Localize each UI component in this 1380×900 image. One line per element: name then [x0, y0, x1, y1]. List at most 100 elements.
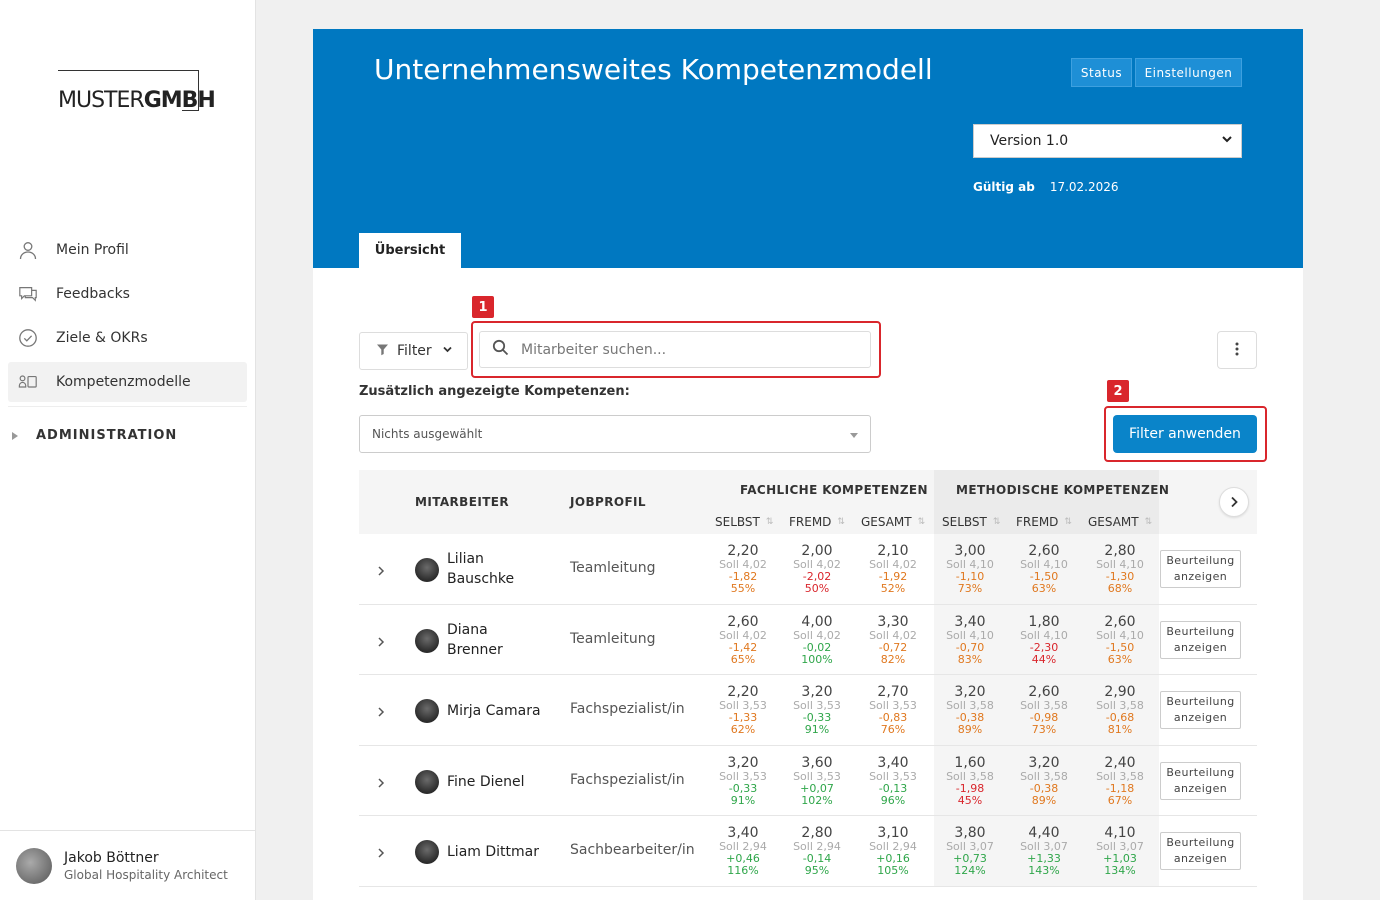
score-val: 3,60: [801, 754, 833, 771]
score-pct: 96%: [880, 793, 906, 807]
page-header: Unternehmensweites Kompetenzmodell Statu…: [313, 29, 1303, 268]
employee-name[interactable]: Lilian Bauschke: [447, 549, 514, 589]
table-row[interactable]: Liam Dittmar Sachbearbeiter/in 3,40 Soll 2,…: [359, 816, 1257, 887]
score-soll: Soll 4,02: [793, 628, 841, 642]
score-diff: -0,33: [728, 781, 758, 795]
table-row[interactable]: Diana Brenner Teamleitung 2,60 Soll 4,02 -1,4…: [359, 604, 1257, 676]
check-circle-icon: [18, 328, 38, 348]
settings-button[interactable]: Einstellungen: [1135, 58, 1242, 87]
score-soll: Soll 3,53: [793, 769, 841, 783]
expand-row-chevron-icon[interactable]: [377, 703, 385, 722]
sub-header-meth-fremd[interactable]: FREMD ⇅: [1016, 515, 1072, 529]
score-diff: -0,13: [878, 781, 908, 795]
annotation-box-2: [1104, 406, 1267, 462]
employee-name[interactable]: Diana Brenner: [447, 620, 503, 660]
score-soll: Soll 4,02: [869, 628, 917, 642]
employee-name[interactable]: Fine Dienel: [447, 772, 525, 792]
caret-right-icon: [12, 431, 18, 440]
scroll-right-button[interactable]: [1219, 487, 1249, 517]
sidebar-item-administration[interactable]: ADMINISTRATION: [12, 428, 177, 443]
score-val: 2,80: [801, 825, 833, 842]
sidebar-item-mein-profil[interactable]: Mein Profil: [8, 230, 247, 270]
employee-name-line: Fine Dienel: [447, 773, 525, 790]
score-val: 2,60: [1028, 684, 1060, 701]
avatar: [415, 840, 439, 865]
expand-row-chevron-icon[interactable]: [377, 844, 385, 863]
version-select[interactable]: Version 1.0: [973, 124, 1242, 158]
sidebar-item-ziele-okrs[interactable]: Ziele & OKRs: [8, 318, 247, 358]
group-header-methodisch: METHODISCHE KOMPETENZEN: [956, 483, 1170, 497]
avatar: [415, 558, 439, 582]
caret-down-icon: [850, 427, 858, 441]
user-icon: [18, 240, 38, 260]
more-options-button[interactable]: [1217, 331, 1257, 369]
expand-row-chevron-icon[interactable]: [377, 774, 385, 793]
show-assessment-button[interactable]: Beurteilung anzeigen: [1160, 620, 1241, 659]
score-cell: 4,40 Soll 3,07 +1,33 143%: [1014, 826, 1074, 877]
score-val: 1,60: [954, 754, 986, 771]
table-body: Lilian Bauschke Teamleitung 2,20 Soll 4,02 -1…: [359, 534, 1257, 887]
company-logo[interactable]: MUSTERGMBH: [58, 70, 216, 113]
sort-icon: ⇅: [765, 517, 774, 527]
score-soll: Soll 4,10: [1020, 628, 1068, 642]
score-pct: 65%: [730, 652, 756, 666]
score-cell: 2,60 Soll 4,02 -1,42 65%: [713, 614, 773, 666]
score-soll: Soll 4,10: [946, 628, 994, 642]
tab-uebersicht[interactable]: Übersicht: [359, 233, 461, 268]
score-cell: 1,60 Soll 3,58 -1,98 45%: [940, 754, 1000, 807]
score-cell: 3,30 Soll 4,02 -0,72 82%: [863, 613, 923, 666]
expand-row-chevron-icon[interactable]: [377, 562, 385, 581]
col-header-job[interactable]: JOBPROFIL: [570, 495, 646, 509]
sidebar-item-feedbacks[interactable]: Feedbacks: [8, 274, 247, 314]
score-cell: 3,20 Soll 3,53 -0,33 91%: [713, 755, 773, 807]
score-soll: Soll 3,53: [869, 769, 917, 783]
sub-header-meth-gesamt[interactable]: GESAMT ⇅: [1088, 515, 1152, 529]
show-assessment-button[interactable]: Beurteilung anzeigen: [1160, 761, 1241, 800]
show-assessment-button[interactable]: Beurteilung anzeigen: [1160, 832, 1241, 871]
job-profile: Teamleitung: [570, 560, 656, 576]
table-row[interactable]: Lilian Bauschke Teamleitung 2,20 Soll 4,02 -1…: [359, 534, 1257, 605]
score-cell: 2,60 Soll 4,10 -1,50 63%: [1014, 544, 1074, 595]
user-profile-footer[interactable]: Jakob Böttner Global Hospitality Archite…: [0, 830, 255, 900]
show-assessment-button[interactable]: Beurteilung anzeigen: [1160, 550, 1241, 588]
status-button[interactable]: Status: [1071, 58, 1132, 87]
score-val: 3,40: [727, 825, 759, 842]
employee-name[interactable]: Liam Dittmar: [447, 842, 539, 862]
score-cell: 3,10 Soll 2,94 +0,16 105%: [863, 826, 923, 877]
score-val: 2,20: [727, 684, 759, 701]
score-diff: -2,30: [1029, 640, 1059, 654]
score-pct: 124%: [954, 864, 986, 878]
score-pct: 50%: [804, 582, 830, 595]
score-pct: 82%: [880, 652, 906, 666]
score-pct: 73%: [957, 582, 983, 595]
filter-button[interactable]: Filter: [359, 332, 468, 370]
table-row[interactable]: Fine Dienel Fachspezialist/in 3,20 Soll 3,5…: [359, 745, 1257, 817]
filter-label: Filter: [397, 343, 432, 359]
score-soll: Soll 4,02: [719, 628, 767, 642]
score-diff: -1,42: [728, 640, 758, 654]
score-diff: -0,72: [878, 640, 908, 654]
funnel-icon: [376, 343, 389, 360]
sort-icon: ⇅: [917, 517, 926, 527]
sidebar-item-kompetenzmodelle[interactable]: Kompetenzmodelle: [8, 362, 247, 402]
show-assessment-button[interactable]: Beurteilung anzeigen: [1160, 691, 1241, 730]
score-val: 3,40: [954, 613, 986, 630]
nav-divider: [8, 406, 247, 407]
employee-name[interactable]: Mirja Camara: [447, 701, 541, 721]
sub-header-fach-gesamt[interactable]: GESAMT ⇅: [861, 515, 925, 529]
additional-competencies-select[interactable]: Nichts ausgewählt: [359, 415, 871, 453]
score-cell: 3,40 Soll 4,10 -0,70 83%: [940, 613, 1000, 666]
logo-text-muster: MUSTER: [58, 88, 145, 113]
score-pct: 67%: [1107, 793, 1133, 807]
score-val: 3,30: [877, 613, 909, 630]
score-pct: 116%: [727, 864, 759, 878]
sub-header-fach-selbst[interactable]: SELBST ⇅: [715, 515, 773, 529]
score-cell: 3,00 Soll 4,10 -1,10 73%: [940, 544, 1000, 595]
col-header-employee[interactable]: MITARBEITER: [415, 495, 509, 509]
sub-header-fach-fremd[interactable]: FREMD ⇅: [789, 515, 845, 529]
score-val: 2,90: [1104, 684, 1136, 701]
sub-header-meth-selbst[interactable]: SELBST ⇅: [942, 515, 1000, 529]
expand-row-chevron-icon[interactable]: [377, 633, 385, 652]
table-row[interactable]: Mirja Camara Fachspezialist/in 2,20 Soll 3,…: [359, 675, 1257, 746]
score-cell: 3,20 Soll 3,53 -0,33 91%: [787, 685, 847, 736]
